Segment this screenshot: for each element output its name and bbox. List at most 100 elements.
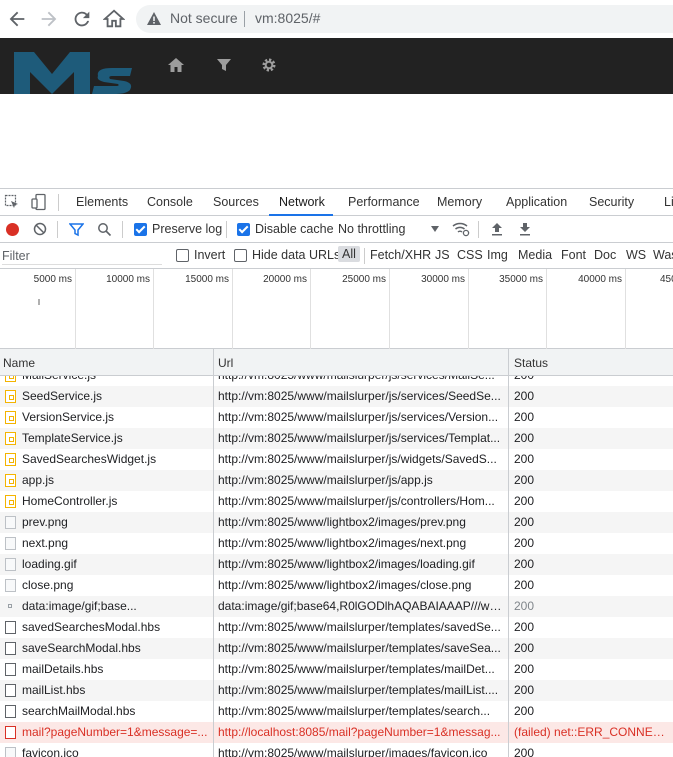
table-row[interactable]: searchMailModal.hbs http://vm:8025/www/ma… [0,701,673,722]
url-text[interactable]: vm:8025/# [255,10,320,26]
request-url: http://vm:8025/www/mailslurper/js/servic… [218,389,501,403]
tab-sources[interactable]: Sources [213,195,259,209]
table-row[interactable]: MailService.js http://vm:8025/www/mailslu… [0,376,673,386]
column-header-status[interactable]: Status [514,356,548,370]
image-file-icon [5,747,16,757]
tab-application[interactable]: Application [506,195,567,209]
column-divider[interactable] [508,349,509,757]
table-row[interactable]: mailDetails.hbs http://vm:8025/www/mailsl… [0,659,673,680]
home-icon[interactable] [102,8,126,30]
request-status: 200 [514,746,535,757]
forward-arrow-icon[interactable] [38,8,60,30]
document-file-icon [5,663,16,676]
filter-type-wasm[interactable]: Was [653,248,673,262]
tab-console[interactable]: Console [147,195,193,209]
table-row[interactable]: loading.gif http://vm:8025/www/lightbox2/… [0,554,673,575]
network-conditions-icon[interactable] [452,221,470,237]
clear-icon[interactable] [33,222,47,236]
image-file-icon [5,516,16,529]
tab-elements[interactable]: Elements [76,195,128,209]
filter-type-media[interactable]: Media [518,248,552,262]
warning-icon[interactable] [146,11,162,27]
request-status: 200 [514,515,535,529]
request-url: http://vm:8025/www/lightbox2/images/prev… [218,515,466,529]
request-url: http://vm:8025/www/mailslurper/js/servic… [218,376,505,382]
throttling-select[interactable]: No throttling [338,222,405,236]
request-url: http://vm:8025/www/lightbox2/images/load… [218,557,475,571]
request-status: 200 [514,536,535,550]
gear-icon[interactable] [261,57,279,75]
filter-type-css[interactable]: CSS [457,248,483,262]
disable-cache-checkbox[interactable] [237,223,250,236]
table-row[interactable]: saveSearchModal.hbs http://vm:8025/www/ma… [0,638,673,659]
table-row[interactable]: app.js http://vm:8025/www/mailslurper/js/… [0,470,673,491]
table-row[interactable]: favicon.ico http://vm:8025/www/mailslurpe… [0,743,673,757]
toolbar-divider [57,221,58,238]
image-file-icon [5,558,16,571]
column-header-url[interactable]: Url [218,356,233,370]
request-status: 200 [514,376,673,382]
back-arrow-icon[interactable] [6,8,28,30]
table-row[interactable]: SavedSearchesWidget.js http://vm:8025/www… [0,449,673,470]
table-row[interactable]: savedSearchesModal.hbs http://vm:8025/www… [0,617,673,638]
table-row[interactable]: VersionService.js http://vm:8025/www/mail… [0,407,673,428]
timeline-gridline [389,269,390,349]
tab-memory[interactable]: Memory [437,195,482,209]
device-toolbar-icon[interactable] [30,193,48,211]
request-status: 200 [514,683,535,697]
column-header-name[interactable]: Name [3,356,35,370]
mailslurper-logo[interactable] [12,38,134,94]
document-file-icon [5,642,16,655]
request-name: MailService.js [22,376,210,382]
request-url: http://vm:8025/www/mailslurper/templates… [218,683,499,697]
table-row[interactable]: mailList.hbs http://vm:8025/www/mailslurp… [0,680,673,701]
filter-type-font[interactable]: Font [561,248,586,262]
filter-type-all[interactable]: All [338,246,360,262]
download-icon[interactable] [518,222,532,236]
table-row[interactable]: TemplateService.js http://vm:8025/www/mai… [0,428,673,449]
upload-icon[interactable] [490,222,504,236]
request-name: searchMailModal.hbs [22,704,136,718]
tab-network[interactable]: Network [279,195,325,209]
preserve-log-label: Preserve log [152,222,223,236]
table-row[interactable]: HomeController.js http://vm:8025/www/mail… [0,491,673,512]
address-bar[interactable]: Not secure vm:8025/# [136,5,673,33]
table-row[interactable]: prev.png http://vm:8025/www/lightbox2/ima… [0,512,673,533]
filter-type-fetch-xhr[interactable]: Fetch/XHR [370,248,431,262]
tab-lighthouse[interactable]: Li [664,195,673,209]
request-url: http://vm:8025/www/mailslurper/templates… [218,641,501,655]
request-name: SeedService.js [22,389,103,403]
home-icon[interactable] [167,56,185,74]
table-row[interactable]: close.png http://vm:8025/www/lightbox2/im… [0,575,673,596]
filter-icon[interactable] [68,222,85,237]
security-label: Not secure [170,10,238,26]
filter-input[interactable] [2,247,162,265]
filter-icon[interactable] [216,57,234,75]
filter-type-ws[interactable]: WS [626,248,646,262]
invert-checkbox[interactable] [176,249,189,262]
table-row[interactable]: SeedService.js http://vm:8025/www/mailslu… [0,386,673,407]
table-row[interactable]: data:image/gif;base... data:image/gif;bas… [0,596,673,617]
network-overview-timeline[interactable]: 5000 ms 10000 ms 15000 ms 20000 ms 25000… [0,269,673,349]
column-divider[interactable] [213,349,214,757]
hide-data-urls-checkbox[interactable] [234,249,247,262]
filter-type-js[interactable]: JS [435,248,450,262]
search-icon[interactable] [97,222,112,237]
tab-security[interactable]: Security [589,195,634,209]
image-file-icon [5,537,16,550]
inspect-element-icon[interactable] [4,194,20,210]
filter-divider [364,248,365,264]
chevron-down-icon[interactable] [431,226,439,232]
table-row[interactable]: mail?pageNumber=1&message=... http://loca… [0,722,673,743]
timeline-gridline [546,269,547,349]
request-status: 200 [514,431,535,445]
filter-type-doc[interactable]: Doc [594,248,616,262]
filter-type-img[interactable]: Img [487,248,508,262]
preserve-log-checkbox[interactable] [134,223,147,236]
request-url: http://vm:8025/www/mailslurper/js/contro… [218,494,495,508]
record-icon[interactable] [6,223,19,236]
reload-icon[interactable] [71,8,93,30]
tab-performance[interactable]: Performance [348,195,420,209]
request-url: http://vm:8025/www/mailslurper/js/widget… [218,452,497,466]
table-row[interactable]: next.png http://vm:8025/www/lightbox2/ima… [0,533,673,554]
